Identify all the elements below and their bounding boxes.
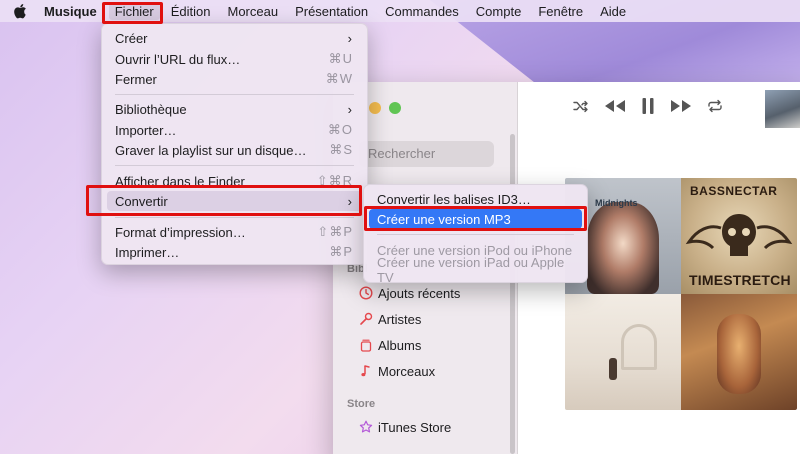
search-input[interactable]: Rechercher <box>359 141 494 167</box>
menu-item-label: Format d’impression… <box>115 224 246 240</box>
album-art <box>609 358 617 380</box>
menu-fichier[interactable]: Fichier <box>108 2 160 20</box>
menu-item-label: Importer… <box>115 122 177 138</box>
convert-submenu: Convertir les balises ID3… Créer une ver… <box>363 184 588 285</box>
shuffle-icon <box>573 100 588 113</box>
minimize-button[interactable] <box>369 102 381 114</box>
menu-presentation[interactable]: Présentation <box>295 4 368 19</box>
rewind-icon <box>605 100 625 112</box>
sidebar-item-artists[interactable]: Artistes <box>358 311 421 327</box>
menu-item-label: Graver la playlist sur un disque… <box>115 142 307 158</box>
music-note-icon <box>358 363 374 379</box>
shortcut-label: ⌘O <box>327 122 353 137</box>
shortcut-label: ⌘U <box>328 51 353 66</box>
menu-bar: Musique Fichier Édition Morceau Présenta… <box>0 0 800 22</box>
menu-item-label: Fermer <box>115 71 157 87</box>
menu-item-creer-ipad: Créer une version iPad ou Apple TV <box>369 255 582 285</box>
menu-item-imprimer[interactable]: Imprimer… ⌘P <box>107 242 362 262</box>
menu-aide[interactable]: Aide <box>600 4 626 19</box>
shortcut-label: ⇧⌘R <box>316 173 353 188</box>
menu-compte[interactable]: Compte <box>476 4 522 19</box>
album-tile-timestretch[interactable]: BASSNECTAR TIMESTRETCH <box>681 178 797 294</box>
menu-item-fermer[interactable]: Fermer ⌘W <box>107 69 362 89</box>
playback-toolbar <box>518 82 800 130</box>
menu-item-format-impression[interactable]: Format d’impression… ⇧⌘P <box>107 222 362 242</box>
menu-item-label: Afficher dans le Finder <box>115 173 245 189</box>
repeat-button[interactable] <box>707 99 723 113</box>
menu-morceau[interactable]: Morceau <box>228 4 279 19</box>
chevron-right-icon: › <box>347 193 352 209</box>
sidebar-item-albums[interactable]: Albums <box>358 337 421 353</box>
menu-separator <box>115 94 354 95</box>
chevron-right-icon: › <box>347 101 352 117</box>
previous-button[interactable] <box>603 99 627 113</box>
album-art <box>621 324 657 370</box>
menu-item-label: Convertir <box>115 193 168 209</box>
pause-button[interactable] <box>641 97 655 115</box>
microphone-icon <box>358 311 374 327</box>
sidebar-item-songs[interactable]: Morceaux <box>358 363 435 379</box>
menu-app-name[interactable]: Musique <box>44 4 97 19</box>
menu-item-creer-mp3[interactable]: Créer une version MP3 <box>369 209 582 229</box>
apple-logo-icon[interactable] <box>13 3 27 19</box>
shortcut-label: ⌘P <box>329 244 353 259</box>
zoom-button[interactable] <box>389 102 401 114</box>
menu-item-label: Convertir les balises ID3… <box>377 191 531 207</box>
album-tile-train[interactable] <box>681 294 797 410</box>
album-title: Midnights <box>595 198 638 208</box>
menu-item-graver[interactable]: Graver la playlist sur un disque… ⌘S <box>107 140 362 160</box>
file-menu: Créer › Ouvrir l’URL du flux… ⌘U Fermer … <box>101 23 368 265</box>
shortcut-label: ⌘S <box>329 142 353 157</box>
shortcut-label: ⌘W <box>325 71 353 86</box>
star-icon <box>358 419 374 435</box>
menu-item-label: Créer une version MP3 <box>377 211 511 227</box>
menu-separator <box>115 165 354 166</box>
menu-item-bibliotheque[interactable]: Bibliothèque › <box>107 99 362 119</box>
pause-icon <box>642 98 654 114</box>
clock-icon <box>358 285 374 301</box>
sidebar-scrollbar[interactable] <box>510 134 515 454</box>
menu-item-afficher-finder[interactable]: Afficher dans le Finder ⇧⌘R <box>107 171 362 191</box>
menu-commandes[interactable]: Commandes <box>385 4 459 19</box>
repeat-icon <box>708 99 722 113</box>
menu-edition[interactable]: Édition <box>171 4 211 19</box>
chevron-right-icon: › <box>347 30 352 46</box>
sidebar-item-label: Artistes <box>378 311 422 327</box>
sidebar-item-label: iTunes Store <box>378 419 452 435</box>
menu-item-ouvrir-url[interactable]: Ouvrir l’URL du flux… ⌘U <box>107 49 362 69</box>
shortcut-label: ⇧⌘P <box>317 224 353 239</box>
menu-item-convertir[interactable]: Convertir › <box>107 191 362 211</box>
menu-item-label: Imprimer… <box>115 244 180 260</box>
album-title: TIMESTRETCH <box>689 272 791 288</box>
menu-item-label: Ouvrir l’URL du flux… <box>115 51 241 67</box>
sidebar-item-label: Morceaux <box>378 363 436 379</box>
sidebar-item-label: Albums <box>378 337 422 353</box>
store-section-title: Store <box>347 398 376 410</box>
album-tile-room[interactable] <box>565 294 681 410</box>
sidebar-item-recent[interactable]: Ajouts récents <box>358 285 460 301</box>
album-stack-icon <box>358 337 374 353</box>
menu-item-label: Bibliothèque <box>115 101 187 117</box>
album-artist-label: BASSNECTAR <box>690 184 778 198</box>
menu-fenetre[interactable]: Fenêtre <box>538 4 583 19</box>
sidebar-item-label: Ajouts récents <box>378 285 461 301</box>
menu-item-label: Créer <box>115 30 148 46</box>
menu-item-convertir-balises[interactable]: Convertir les balises ID3… <box>369 189 582 209</box>
fast-forward-icon <box>671 100 691 112</box>
sidebar-item-itunes-store[interactable]: iTunes Store <box>358 419 451 435</box>
album-grid: Midnights BASSNECTAR TIMESTRETCH <box>565 178 797 410</box>
next-button[interactable] <box>669 99 693 113</box>
menu-item-creer[interactable]: Créer › <box>107 28 362 48</box>
now-playing-artwork[interactable] <box>765 90 800 128</box>
album-art <box>717 314 761 394</box>
menu-separator <box>377 234 574 235</box>
shuffle-button[interactable] <box>573 99 589 113</box>
album-art <box>587 202 659 294</box>
menu-separator <box>115 217 354 218</box>
menu-item-importer[interactable]: Importer… ⌘O <box>107 120 362 140</box>
menu-item-label: Créer une version iPad ou Apple TV <box>377 255 565 285</box>
